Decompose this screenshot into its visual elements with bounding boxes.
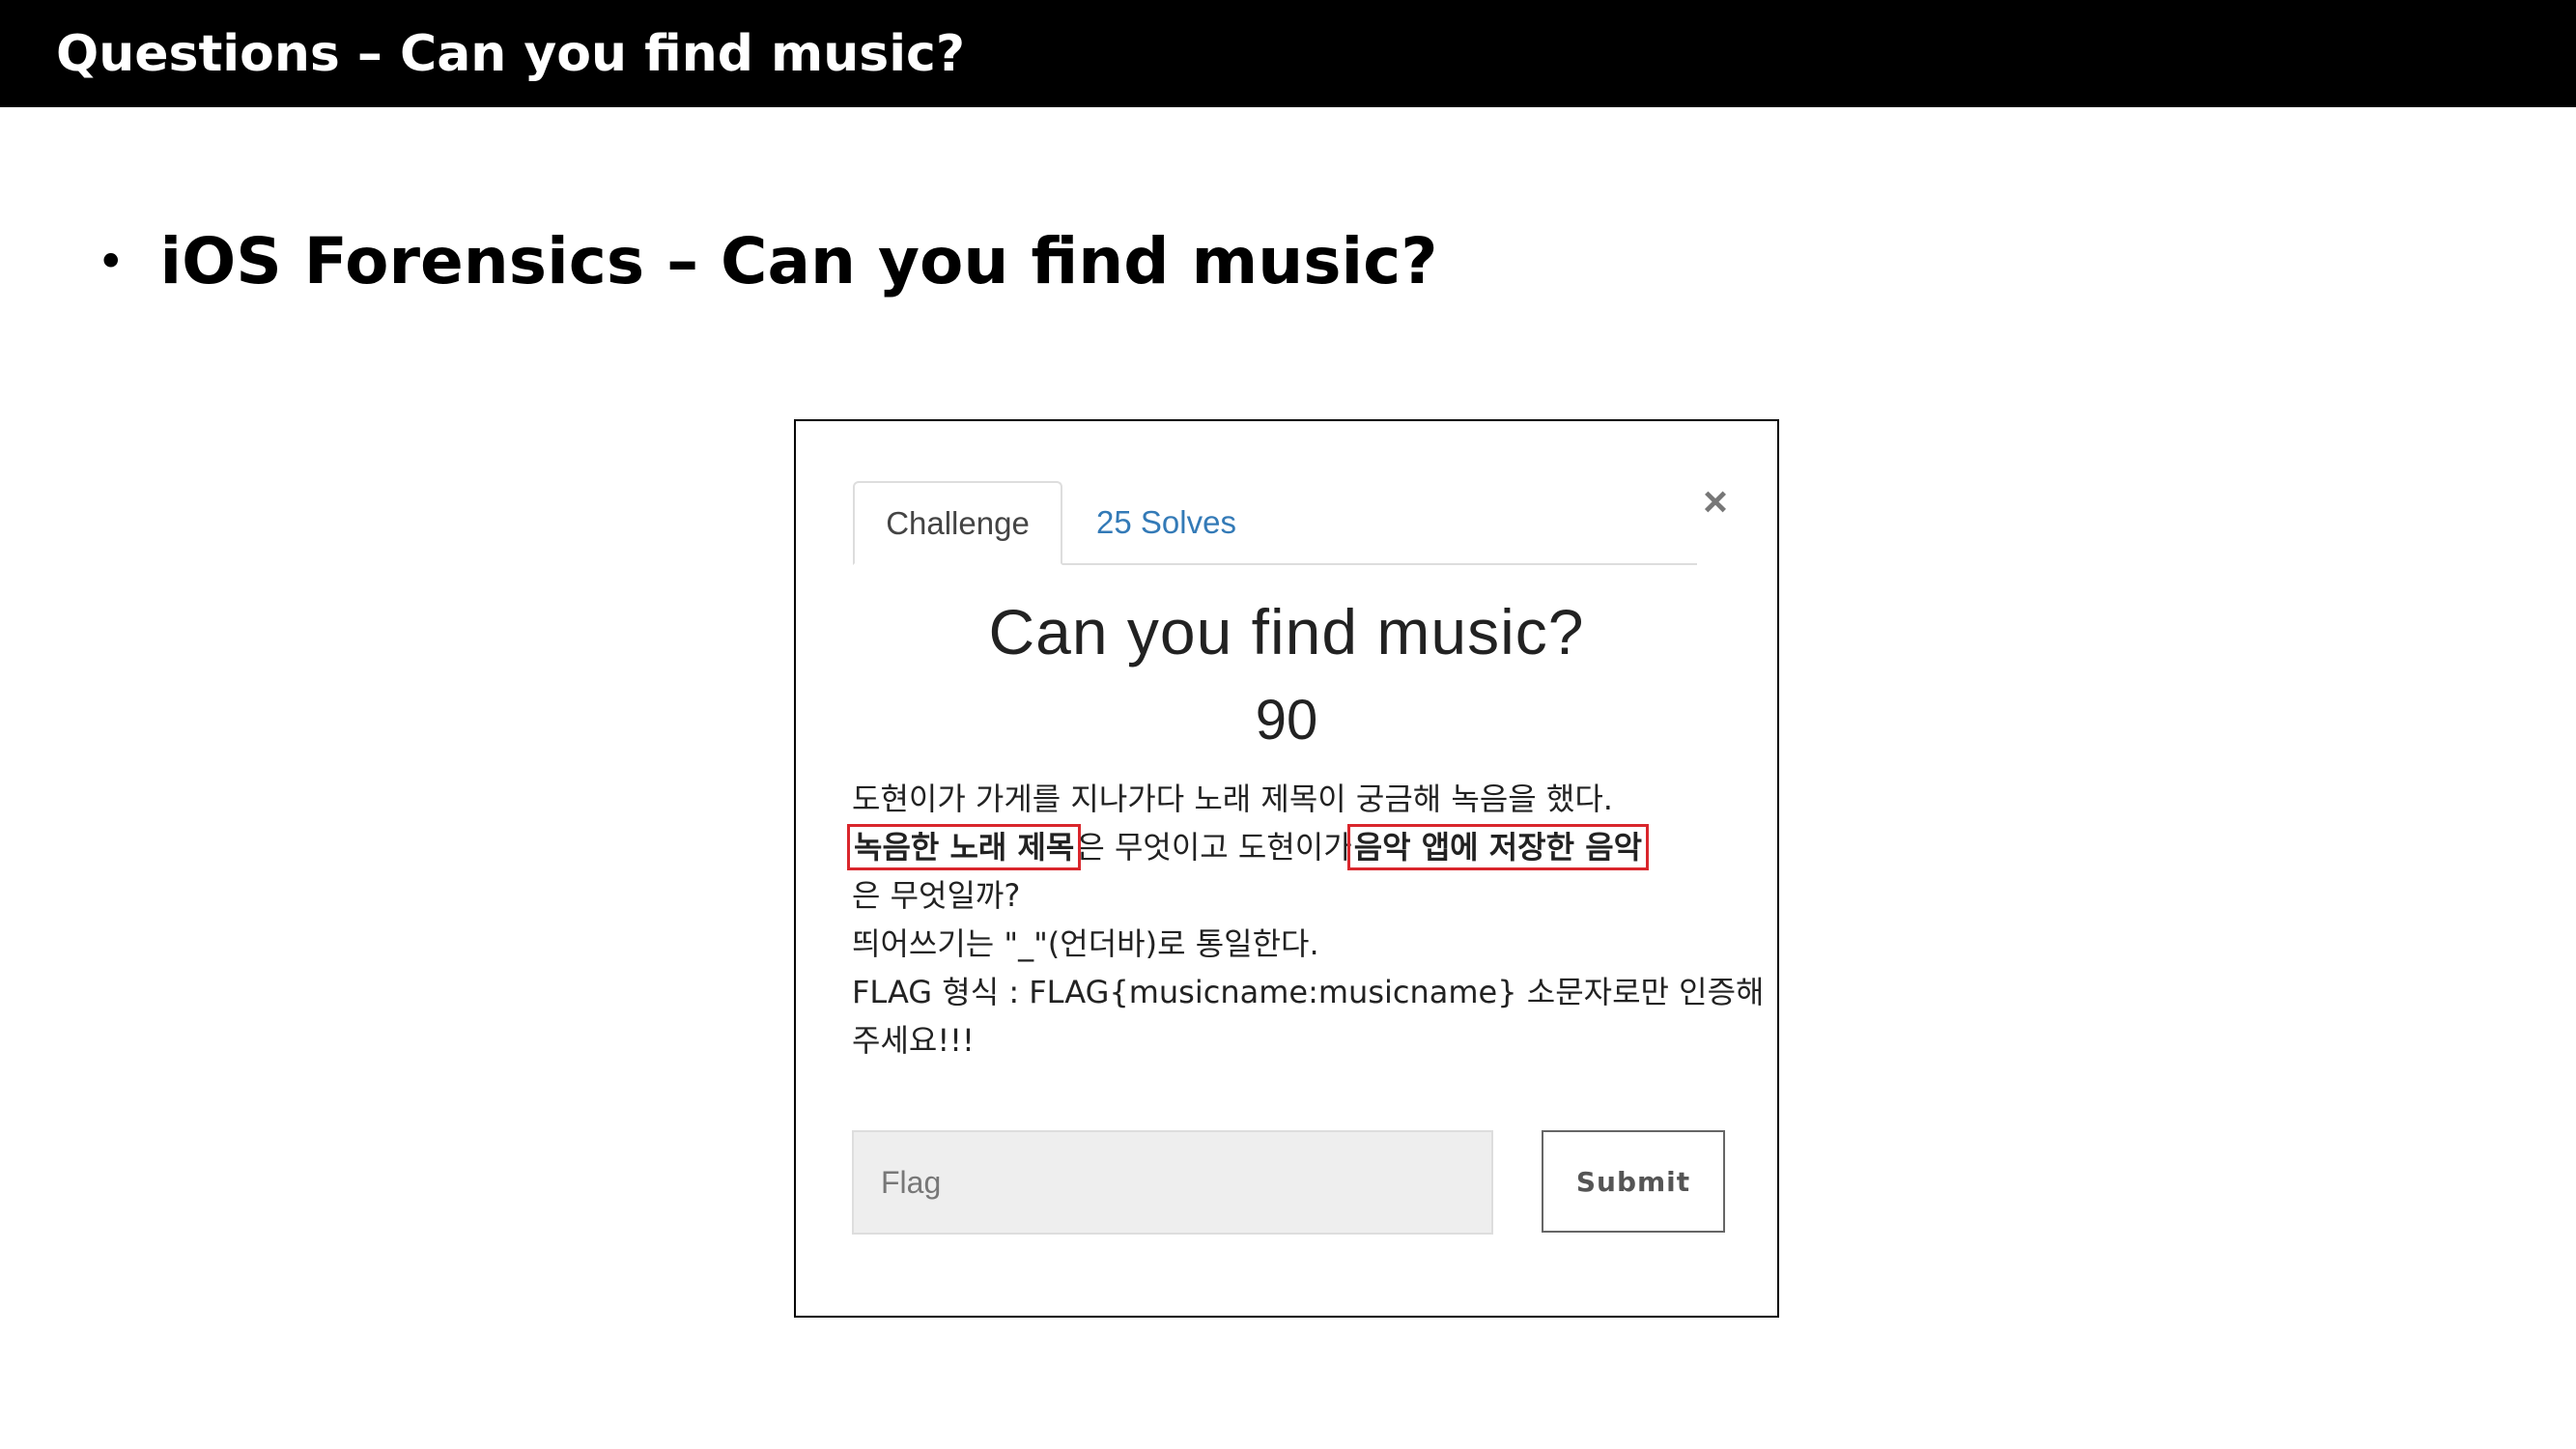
submit-button[interactable]: Submit xyxy=(1542,1130,1725,1233)
highlight-song-title: 녹음한 노래 제목 xyxy=(846,824,1082,870)
description-text: 은 무엇이고 도현이가 xyxy=(1076,829,1352,866)
bullet-text: iOS Forensics – Can you find music? xyxy=(159,224,1438,298)
description-line: FLAG 형식 : FLAG{musicname:musicname} 소문자로… xyxy=(852,974,1765,1010)
slide-title: Questions – Can you find music? xyxy=(56,24,966,83)
flag-input[interactable] xyxy=(852,1130,1493,1235)
bullet-item: • iOS Forensics – Can you find music? xyxy=(97,224,1438,298)
bullet-dot: • xyxy=(97,233,126,290)
description-line: 주세요!!! xyxy=(852,1022,975,1059)
modal-tabs: Challenge 25 Solves xyxy=(853,481,1697,565)
description-line: 은 무엇일까? xyxy=(852,877,1021,914)
highlight-saved-music: 음악 앱에 저장한 음악 xyxy=(1346,824,1650,870)
description-line: 띄어쓰기는 "_"(언더바)로 통일한다. xyxy=(852,925,1319,962)
challenge-modal: Challenge 25 Solves × Can you find music… xyxy=(794,419,1779,1318)
slide-title-bar: Questions – Can you find music? xyxy=(0,0,2576,107)
close-icon[interactable]: × xyxy=(1694,478,1737,526)
challenge-description: 도현이가 가게를 지나가다 노래 제목이 궁금해 녹음을 했다. 녹음한 노래 … xyxy=(846,775,1765,1065)
challenge-value: 90 xyxy=(1255,689,1318,752)
tab-challenge[interactable]: Challenge xyxy=(853,481,1062,565)
description-line: 녹음한 노래 제목은 무엇이고 도현이가음악 앱에 저장한 음악 xyxy=(846,823,1741,871)
challenge-name: Can you find music? xyxy=(988,596,1585,668)
description-line: 도현이가 가게를 지나가다 노래 제목이 궁금해 녹음을 했다. xyxy=(852,781,1613,817)
tab-solves[interactable]: 25 Solves xyxy=(1062,481,1270,563)
